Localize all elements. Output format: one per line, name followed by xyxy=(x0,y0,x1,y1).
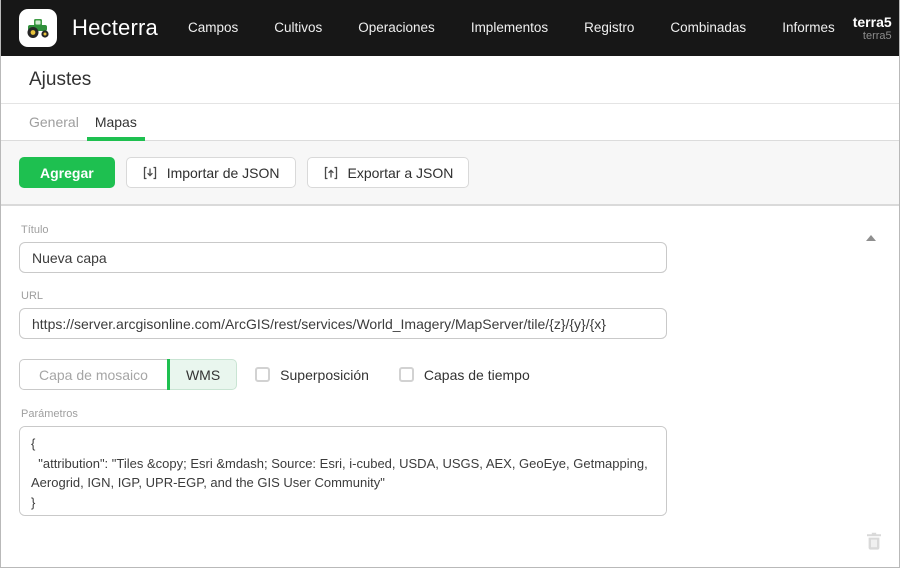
tab-mapas[interactable]: Mapas xyxy=(87,104,145,140)
layer-type-row: Capa de mosaico WMS Superposición Capas … xyxy=(19,359,881,390)
page-header: Ajustes xyxy=(1,56,899,104)
collapse-up-icon xyxy=(866,235,876,241)
nav-item-campos[interactable]: Campos xyxy=(170,0,256,56)
time-layers-checkbox[interactable] xyxy=(399,367,414,382)
top-navbar: Hecterra Campos Cultivos Operaciones Imp… xyxy=(1,0,899,56)
layer-form: Título URL Capa de mosaico WMS Superposi… xyxy=(1,206,899,567)
layer-type-wms-option[interactable]: WMS xyxy=(170,359,237,390)
upload-icon xyxy=(323,165,339,181)
export-json-button[interactable]: Exportar a JSON xyxy=(307,157,470,188)
overlay-checkbox[interactable] xyxy=(255,367,270,382)
url-field: URL xyxy=(19,290,881,339)
maps-toolbar: Agregar Importar de JSON xyxy=(1,141,899,206)
layer-type-switch: Capa de mosaico WMS xyxy=(19,359,237,390)
nav-item-implementos[interactable]: Implementos xyxy=(453,0,566,56)
user-info: terra5 terra5 xyxy=(853,14,892,43)
overlay-checkbox-group[interactable]: Superposición xyxy=(255,367,369,383)
nav-item-informes[interactable]: Informes xyxy=(764,0,853,56)
export-json-label: Exportar a JSON xyxy=(348,165,454,181)
page-title: Ajustes xyxy=(29,69,871,91)
settings-tabs: General Mapas xyxy=(1,104,899,141)
params-textarea[interactable]: { "attribution": "Tiles &copy; Esri &mda… xyxy=(19,426,667,516)
import-json-label: Importar de JSON xyxy=(167,165,280,181)
url-input[interactable] xyxy=(19,308,667,339)
add-layer-button[interactable]: Agregar xyxy=(19,157,115,188)
nav-item-combinadas[interactable]: Combinadas xyxy=(652,0,764,56)
brand-title: Hecterra xyxy=(72,15,158,41)
active-tab-indicator xyxy=(87,137,145,141)
download-icon xyxy=(142,165,158,181)
title-field: Título xyxy=(19,224,881,273)
user-name: terra5 xyxy=(853,14,892,30)
url-field-label: URL xyxy=(21,290,881,302)
tractor-icon xyxy=(19,9,57,47)
overlay-checkbox-label: Superposición xyxy=(280,367,369,383)
title-field-label: Título xyxy=(21,224,881,236)
user-account: terra5 xyxy=(853,30,892,43)
nav-item-cultivos[interactable]: Cultivos xyxy=(256,0,340,56)
app-window: Hecterra Campos Cultivos Operaciones Imp… xyxy=(0,0,900,568)
tab-general[interactable]: General xyxy=(21,104,87,140)
params-field: Parámetros { "attribution": "Tiles &copy… xyxy=(19,408,881,521)
trash-icon xyxy=(866,537,882,554)
main-nav: Campos Cultivos Operaciones Implementos … xyxy=(170,0,853,56)
time-layers-checkbox-label: Capas de tiempo xyxy=(424,367,530,383)
nav-item-registro[interactable]: Registro xyxy=(566,0,652,56)
delete-layer-button[interactable] xyxy=(866,532,882,555)
params-field-label: Parámetros xyxy=(21,408,881,420)
layer-type-tile-option[interactable]: Capa de mosaico xyxy=(19,359,167,390)
import-json-button[interactable]: Importar de JSON xyxy=(126,157,296,188)
brand-home-link[interactable]: Hecterra xyxy=(19,9,158,47)
collapse-layer-button[interactable] xyxy=(864,232,878,244)
nav-item-operaciones[interactable]: Operaciones xyxy=(340,0,453,56)
title-input[interactable] xyxy=(19,242,667,273)
time-layers-checkbox-group[interactable]: Capas de tiempo xyxy=(399,367,530,383)
user-menu[interactable]: terra5 terra5 xyxy=(853,14,900,43)
tab-mapas-label: Mapas xyxy=(95,114,137,130)
